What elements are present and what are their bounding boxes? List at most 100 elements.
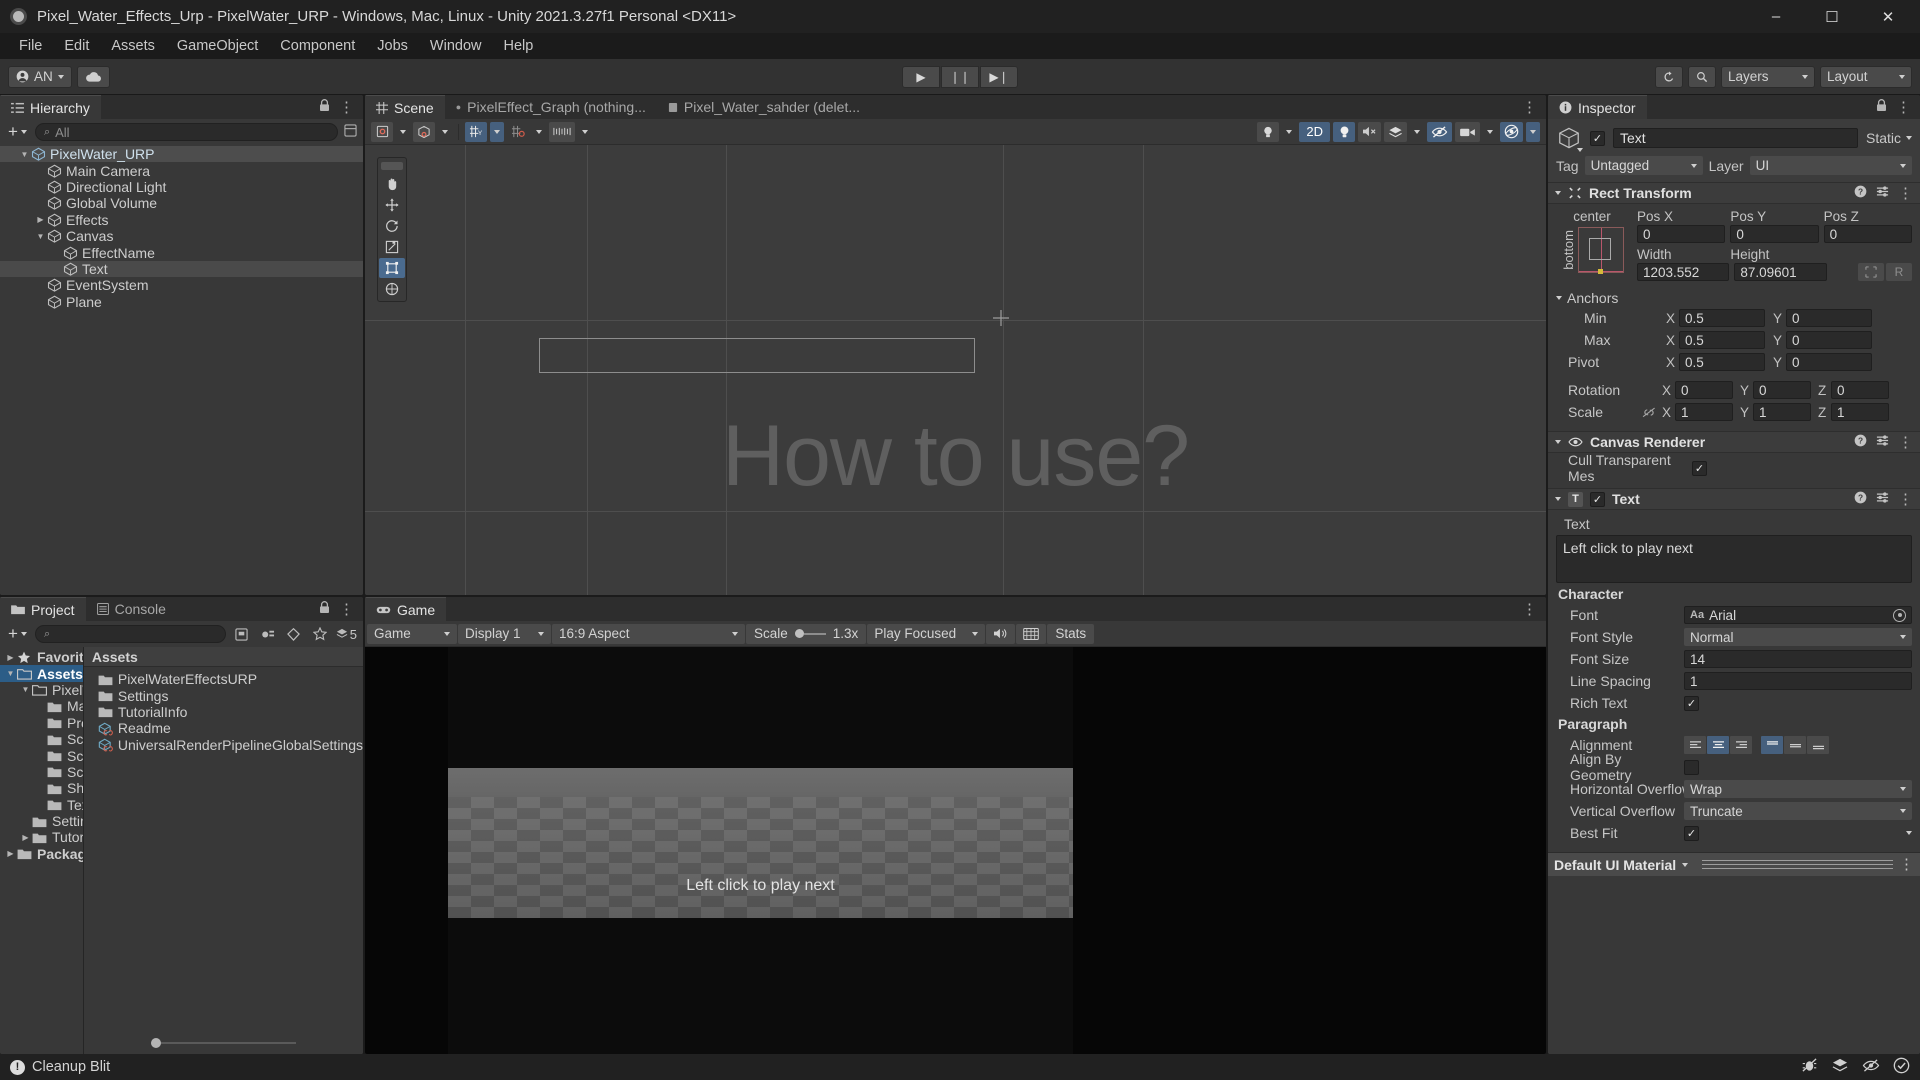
transform-tool-button[interactable] — [379, 279, 405, 299]
align-center-button[interactable] — [1707, 736, 1729, 754]
cloud-button[interactable] — [76, 65, 110, 88]
twisty-right-icon[interactable]: ▶ — [19, 833, 32, 842]
twisty-down-icon[interactable]: ▼ — [34, 232, 47, 241]
font-picker-icon[interactable] — [1893, 608, 1906, 622]
project-tree-item-settings[interactable]: Settings — [0, 813, 83, 829]
grid-axis-dropdown[interactable] — [490, 121, 504, 142]
hierarchy-item-canvas[interactable]: ▼ Canvas — [0, 228, 363, 244]
text-component-header[interactable]: T ✓ Text ? ⋮ — [1548, 488, 1920, 510]
preset-icon[interactable] — [1876, 434, 1889, 450]
component-menu-icon[interactable]: ⋮ — [1898, 435, 1913, 450]
menu-help[interactable]: Help — [492, 35, 544, 57]
game-stats-button[interactable]: Stats — [1047, 623, 1095, 644]
align-bottom-button[interactable] — [1807, 736, 1829, 754]
rotation-z-field[interactable]: 0 — [1831, 381, 1889, 399]
blueprint-mode-button[interactable] — [1857, 263, 1884, 281]
play-button[interactable]: ▶ — [902, 65, 940, 88]
preset-icon[interactable] — [1876, 185, 1889, 201]
tab-pixeleffect-graph[interactable]: ● PixelEffect_Graph (nothing... — [445, 95, 657, 119]
menu-component[interactable]: Component — [269, 35, 366, 57]
step-button[interactable]: ▶❘ — [980, 65, 1018, 88]
align-top-button[interactable] — [1761, 736, 1783, 754]
text-value-input[interactable]: Left click to play next — [1556, 535, 1912, 583]
undo-history-button[interactable] — [1655, 65, 1683, 88]
help-icon[interactable]: ? — [1854, 185, 1867, 201]
layers-dropdown[interactable]: Layers — [1721, 65, 1815, 88]
h-overflow-dropdown[interactable]: Wrap — [1684, 780, 1912, 798]
inspector-menu-icon[interactable]: ⋮ — [1896, 100, 1911, 115]
scene-fx-toggle[interactable] — [1384, 121, 1407, 142]
scene-visibility-toggle[interactable] — [1427, 121, 1452, 142]
scale-y-field[interactable]: 1 — [1753, 403, 1811, 421]
menu-edit[interactable]: Edit — [53, 35, 100, 57]
hierarchy-item-global-volume[interactable]: Global Volume — [0, 195, 363, 211]
hierarchy-item-directional-light[interactable]: Directional Light — [0, 179, 363, 195]
snap-increment-button[interactable] — [549, 121, 575, 142]
align-middle-button[interactable] — [1784, 736, 1806, 754]
preset-icon[interactable] — [1876, 491, 1889, 507]
hierarchy-item-pixelwater-urp[interactable]: ▼ PixelWater_URP — [0, 146, 363, 163]
menu-file[interactable]: File — [8, 35, 53, 57]
local-global-dropdown[interactable] — [438, 122, 452, 142]
game-viewport[interactable]: Left click to play next — [365, 647, 1546, 1054]
scale-slider-knob[interactable] — [794, 629, 804, 638]
project-tree-item-prefabs[interactable]: Prefabs — [0, 715, 83, 731]
chevron-down-icon[interactable] — [1577, 148, 1583, 152]
project-search-input[interactable]: ⌕ — [34, 625, 226, 643]
project-save-search-icon[interactable] — [232, 625, 252, 643]
align-right-button[interactable] — [1730, 736, 1752, 754]
rect-tool-button[interactable] — [379, 258, 405, 278]
raw-edit-button[interactable]: R — [1885, 263, 1912, 281]
project-tree-item-packages[interactable]: ▶ Packages — [0, 846, 82, 862]
font-field[interactable]: Aa Arial — [1684, 606, 1912, 624]
project-tree-item-scripts[interactable]: Scripts — [0, 764, 83, 780]
project-tree-item-scenematerials[interactable]: SceneMaterials — [0, 731, 83, 747]
v-overflow-dropdown[interactable]: Truncate — [1684, 802, 1912, 820]
layers-status-icon[interactable] — [1831, 1057, 1849, 1077]
help-icon[interactable]: ? — [1854, 491, 1867, 507]
game-gizmos-button[interactable] — [1016, 623, 1047, 644]
scene-gizmos-button[interactable] — [1500, 121, 1523, 142]
component-menu-icon[interactable]: ⋮ — [1898, 186, 1913, 201]
pos-x-field[interactable]: 0 — [1637, 225, 1726, 243]
chevron-down-icon[interactable] — [1906, 831, 1912, 835]
project-item-pixelwatereffectsurp[interactable]: PixelWaterEffectsURP — [84, 671, 363, 687]
game-scale-slider[interactable]: Scale 1.3x — [746, 623, 867, 644]
scale-x-field[interactable]: 1 — [1675, 403, 1733, 421]
align-left-button[interactable] — [1684, 736, 1706, 754]
layout-dropdown[interactable]: Layout — [1820, 65, 1912, 88]
toggle-2d-button[interactable]: 2D — [1299, 121, 1330, 142]
grid-snapping-button[interactable] — [507, 122, 529, 142]
twisty-down-icon[interactable]: ▼ — [4, 669, 17, 678]
project-tree[interactable]: ▶ Favorites ▼ Assets ▼ PixelWaterEffectsURPMa… — [0, 647, 84, 1054]
game-mute-button[interactable] — [986, 623, 1016, 644]
move-gizmo[interactable] — [993, 310, 1009, 326]
project-filter-type-icon[interactable] — [258, 625, 278, 643]
snap-increment-dropdown[interactable] — [578, 122, 592, 142]
project-tree-item-scenes[interactable]: Scenes — [0, 747, 83, 764]
hierarchy-filter-icon[interactable] — [344, 123, 357, 141]
rotation-y-field[interactable]: 0 — [1753, 381, 1811, 399]
grid-axis-button[interactable]: Y — [465, 121, 487, 142]
text-component-enabled-checkbox[interactable]: ✓ — [1590, 491, 1605, 507]
scene-fx-dropdown[interactable] — [1410, 122, 1424, 142]
scene-camera-button[interactable] — [1455, 121, 1480, 142]
project-tree-item-favorites[interactable]: ▶ Favorites — [0, 649, 82, 665]
lock-icon[interactable] — [319, 600, 330, 618]
hierarchy-menu-icon[interactable]: ⋮ — [339, 100, 354, 115]
twisty-right-icon[interactable]: ▶ — [34, 215, 47, 224]
gameobject-enabled-checkbox[interactable]: ✓ — [1590, 130, 1605, 146]
project-menu-icon[interactable]: ⋮ — [339, 602, 354, 617]
scene-camera-options-dropdown[interactable] — [1483, 122, 1497, 142]
hierarchy-item-effects[interactable]: ▶ Effects — [0, 212, 363, 228]
project-item-list[interactable]: PixelWaterEffectsURP Settings TutorialInfo… — [84, 667, 363, 1032]
anchor-min-y-field[interactable]: 0 — [1786, 309, 1872, 327]
pivot-dropdown[interactable] — [396, 122, 410, 142]
material-bar[interactable]: Default UI Material ⋮ — [1548, 852, 1920, 876]
tab-inspector[interactable]: Inspector — [1548, 95, 1647, 119]
local-global-button[interactable] — [413, 121, 435, 142]
lock-icon[interactable] — [1876, 98, 1887, 116]
line-spacing-field[interactable]: 1 — [1684, 672, 1912, 690]
help-icon[interactable]: ? — [1854, 434, 1867, 450]
rotate-tool-button[interactable] — [379, 216, 405, 236]
